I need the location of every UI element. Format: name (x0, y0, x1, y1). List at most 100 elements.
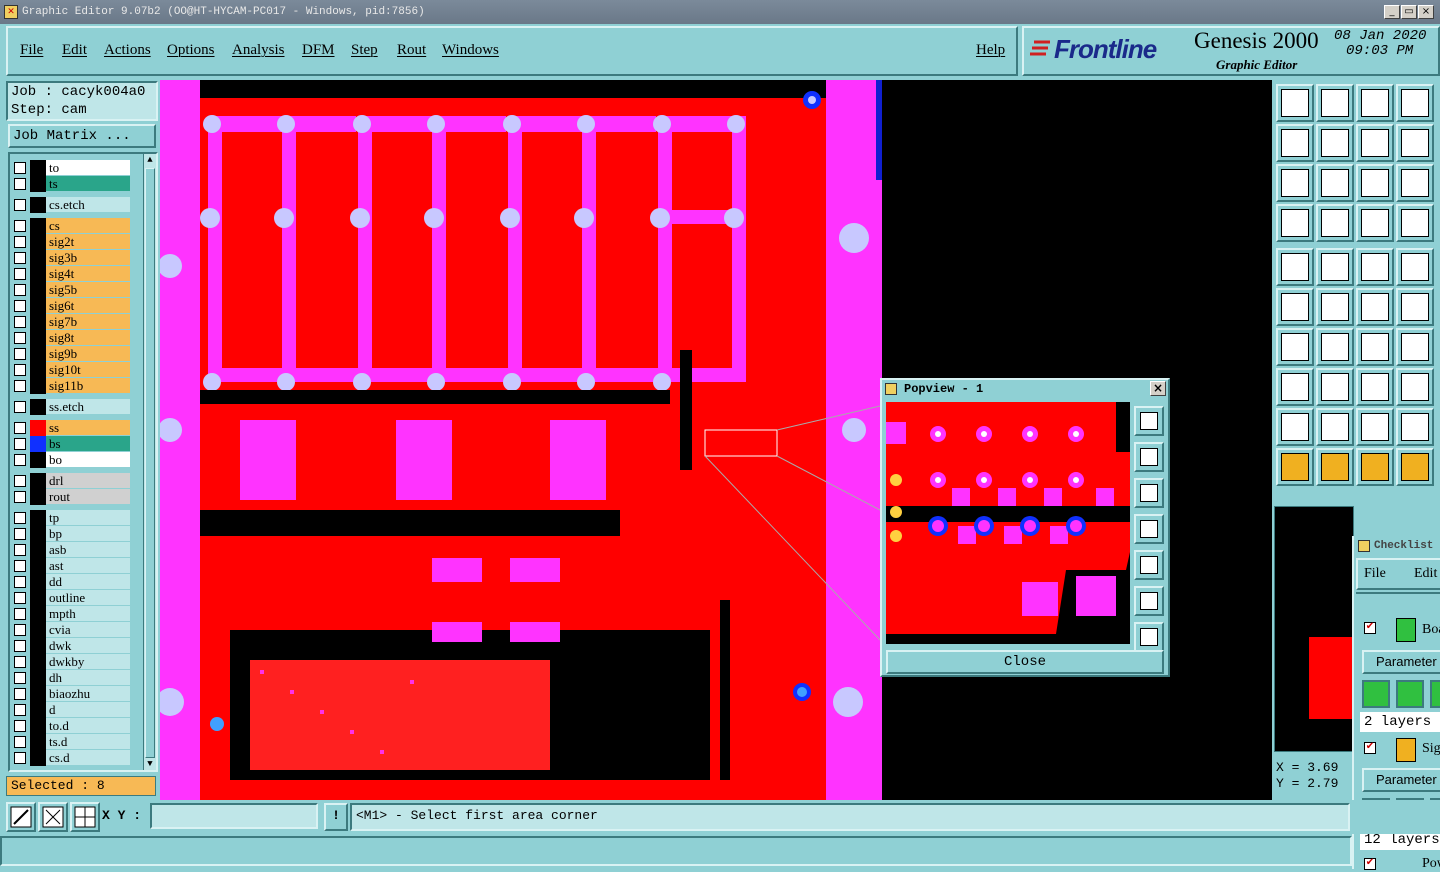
layer-color-swatch[interactable] (30, 574, 46, 590)
layer-color-swatch[interactable] (30, 718, 46, 734)
layer-row-sig3b[interactable]: sig3b (12, 250, 140, 266)
scroll-down-icon[interactable]: ▼ (144, 758, 156, 770)
layer-checkbox[interactable] (14, 162, 26, 174)
layer-checkbox[interactable] (14, 624, 26, 636)
checklist-menu-edit[interactable]: Edit (1414, 566, 1437, 582)
triangle-c-button[interactable] (1356, 408, 1394, 446)
layer-checkbox[interactable] (14, 300, 26, 312)
line-op-button[interactable] (1316, 368, 1354, 406)
layer-color-swatch[interactable] (30, 436, 46, 452)
popview-zoom-home-button[interactable] (1134, 478, 1164, 508)
group-op-button[interactable] (1396, 368, 1434, 406)
minimize-button[interactable]: _ (1384, 5, 1400, 19)
layer-row-ss-etch[interactable]: ss.etch (12, 399, 140, 415)
layer-row-dd[interactable]: dd (12, 574, 140, 590)
popview-fit-button[interactable] (1134, 586, 1164, 616)
checklist-run1-icon[interactable] (1362, 680, 1390, 708)
layer-name[interactable]: to (46, 160, 130, 175)
layer-color-swatch[interactable] (30, 250, 46, 266)
menu-analysis[interactable]: Analysis (232, 42, 285, 59)
layer-row-cvia[interactable]: cvia (12, 622, 140, 638)
cut-button[interactable] (1316, 288, 1354, 326)
layer-name[interactable]: ss (46, 420, 130, 435)
layer-checkbox[interactable] (14, 199, 26, 211)
layer-row-cs[interactable]: cs (12, 218, 140, 234)
layer-vis-a-button[interactable] (1356, 204, 1394, 242)
layer-name[interactable]: ast (46, 558, 130, 573)
layer-checkbox[interactable] (14, 640, 26, 652)
layer-row-drl[interactable]: drl (12, 473, 140, 489)
grid-button[interactable] (1316, 204, 1354, 242)
layer-checkbox[interactable] (14, 720, 26, 732)
layer-color-swatch[interactable] (30, 654, 46, 670)
scroll-thumb[interactable] (145, 168, 155, 758)
layer-color-swatch[interactable] (30, 489, 46, 505)
triangle-a-button[interactable] (1276, 408, 1314, 446)
layer-row-ts[interactable]: ts (12, 176, 140, 192)
layer-checkbox[interactable] (14, 672, 26, 684)
layer-color-swatch[interactable] (30, 420, 46, 436)
layer-checkbox[interactable] (14, 348, 26, 360)
layer-name[interactable]: sig3b (46, 250, 130, 265)
layer-row-mpth[interactable]: mpth (12, 606, 140, 622)
layer-name[interactable]: sig7b (46, 314, 130, 329)
popview-window[interactable]: Popview - 1 × Close (880, 378, 1170, 677)
popview-title-bar[interactable]: Popview - 1 × (882, 380, 1168, 398)
layer-row-ts-d[interactable]: ts.d (12, 734, 140, 750)
layer-checkbox[interactable] (14, 220, 26, 232)
layer-color-swatch[interactable] (30, 298, 46, 314)
layer-row-outline[interactable]: outline (12, 590, 140, 606)
layer-color-swatch[interactable] (30, 314, 46, 330)
xy-input[interactable] (150, 803, 318, 829)
layer-row-sig11b[interactable]: sig11b (12, 378, 140, 394)
center-button[interactable] (1316, 164, 1354, 202)
layer-name[interactable]: sig11b (46, 378, 130, 393)
layer-row-cs-etch[interactable]: cs.etch (12, 197, 140, 213)
menu-file[interactable]: File (20, 42, 43, 59)
layer-row-sig7b[interactable]: sig7b (12, 314, 140, 330)
layer-color-swatch[interactable] (30, 526, 46, 542)
layer-name[interactable]: mpth (46, 606, 130, 621)
exclamation-button[interactable]: ! (324, 803, 348, 831)
layer-checkbox[interactable] (14, 284, 26, 296)
pointer-net-button[interactable] (1356, 448, 1394, 486)
layer-row-bp[interactable]: bp (12, 526, 140, 542)
menu-windows[interactable]: Windows (442, 42, 499, 59)
layer-checkbox[interactable] (14, 512, 26, 524)
layer-name[interactable]: bo (46, 452, 130, 467)
draw-line-button[interactable] (1276, 328, 1314, 366)
layer-name[interactable]: cs (46, 218, 130, 233)
layer-checkbox[interactable] (14, 736, 26, 748)
layer-row-dwkby[interactable]: dwkby (12, 654, 140, 670)
layer-name[interactable]: bs (46, 436, 130, 451)
select-net-button[interactable] (1276, 288, 1314, 326)
checklist-menu-file[interactable]: File (1364, 566, 1386, 582)
layer-row-d[interactable]: d (12, 702, 140, 718)
layer-name[interactable]: biaozhu (46, 686, 130, 701)
layer-name[interactable]: sig4t (46, 266, 130, 281)
layer-checkbox[interactable] (14, 752, 26, 764)
ruler-button[interactable] (1356, 248, 1394, 286)
layer-checkbox[interactable] (14, 608, 26, 620)
layer-checkbox[interactable] (14, 268, 26, 280)
layer-name[interactable]: d (46, 702, 130, 717)
popview-close-icon[interactable]: × (1150, 381, 1166, 396)
layer-vis-b-button[interactable] (1396, 204, 1434, 242)
layer-checkbox[interactable] (14, 316, 26, 328)
layer-row-bs[interactable]: bs (12, 436, 140, 452)
add-line-button[interactable] (1316, 248, 1354, 286)
help-button[interactable] (1396, 164, 1434, 202)
layer-row-sig9b[interactable]: sig9b (12, 346, 140, 362)
move-button[interactable] (1356, 288, 1394, 326)
draw-diag-button[interactable] (1316, 328, 1354, 366)
layer-color-swatch[interactable] (30, 734, 46, 750)
home-button[interactable] (1356, 84, 1394, 122)
popview-close-button[interactable]: Close (886, 650, 1164, 674)
layer-name[interactable]: ts (46, 176, 130, 191)
menu-rout[interactable]: Rout (397, 42, 426, 59)
snap-button[interactable] (1276, 204, 1314, 242)
layer-row-cs-d[interactable]: cs.d (12, 750, 140, 766)
menu-help[interactable]: Help (976, 42, 1005, 59)
layer-color-swatch[interactable] (30, 686, 46, 702)
layer-name[interactable]: sig6t (46, 298, 130, 313)
